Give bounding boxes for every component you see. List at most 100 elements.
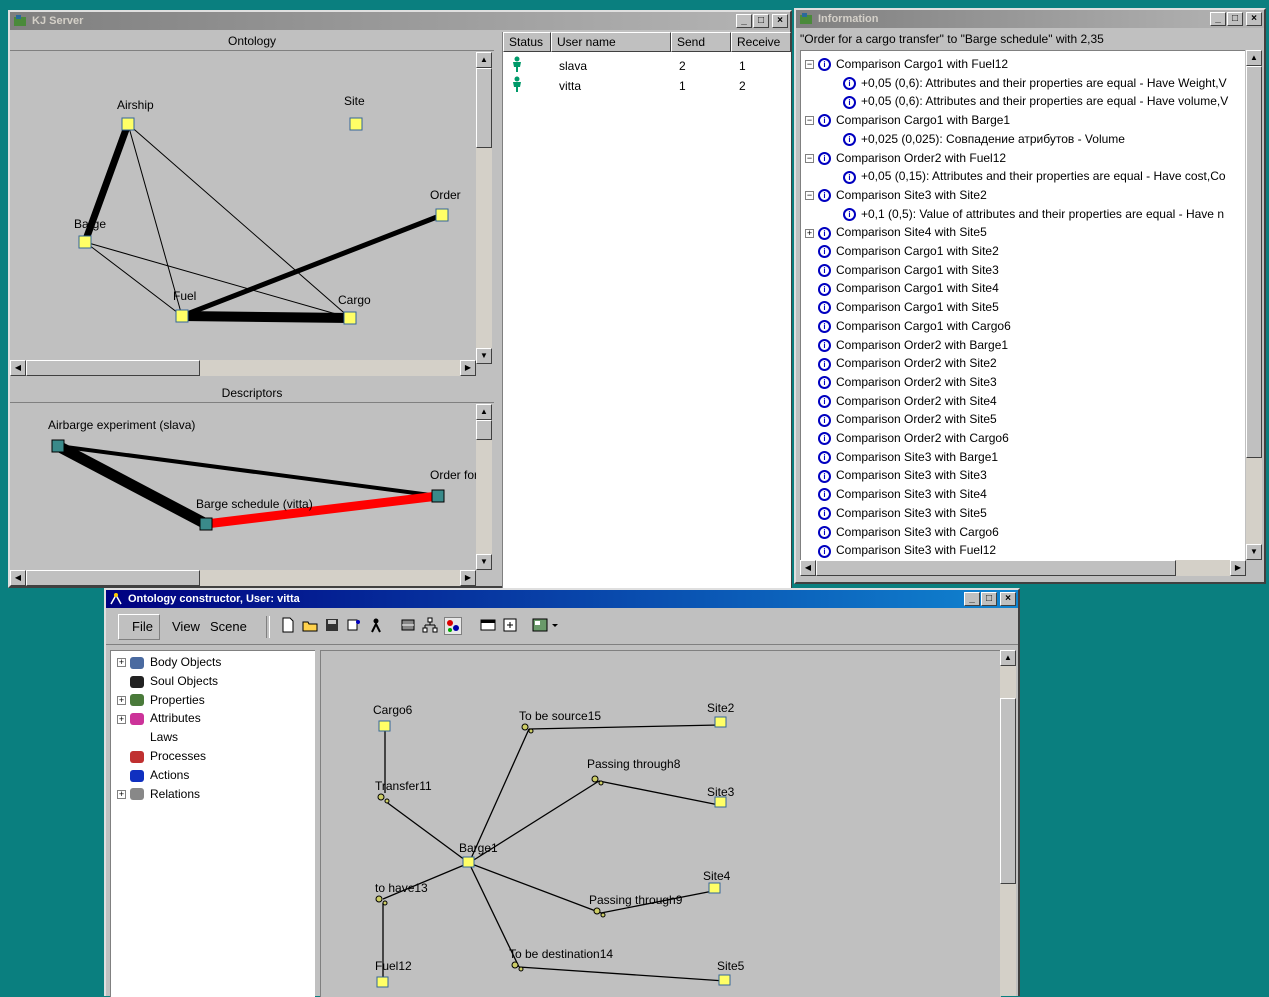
minimize-button[interactable]: _ [964, 592, 980, 606]
comparison-item[interactable]: i Comparison Site3 with Site4 [805, 485, 987, 504]
graph-node-site3[interactable]: Site3 [707, 785, 734, 799]
comparison-item[interactable]: i Comparison Cargo1 with Site3 [805, 261, 999, 280]
ontology-node-barge[interactable]: Barge [74, 217, 106, 231]
information-titlebar[interactable]: Information _ □ × [796, 10, 1264, 28]
graph-node-barge1[interactable]: Barge1 [459, 841, 498, 855]
scroll-up-button[interactable]: ▲ [476, 52, 492, 68]
comparison-item[interactable]: i Comparison Site3 with Cargo6 [805, 523, 999, 542]
expand-toggle[interactable]: − [805, 116, 814, 126]
scroll-thumb[interactable] [1246, 66, 1262, 458]
comparison-item[interactable]: i Comparison Cargo1 with Site2 [805, 242, 999, 261]
tree-item[interactable]: Processes [117, 749, 206, 763]
column-send[interactable]: Send [671, 32, 731, 52]
ontology-hscroll[interactable]: ◀ ▶ [10, 360, 476, 376]
expand-toggle[interactable]: − [805, 153, 814, 163]
menu-file[interactable]: File [132, 619, 153, 634]
layout-tool-icon[interactable] [532, 617, 548, 633]
descriptors-canvas[interactable]: Airbarge experiment (slava) Order for Ba… [10, 404, 476, 570]
close-button[interactable]: × [1000, 592, 1016, 606]
ontology-node-cargo[interactable]: Cargo [338, 293, 371, 307]
tree-item[interactable]: Actions [117, 768, 189, 782]
scroll-up-button[interactable]: ▲ [1000, 650, 1016, 666]
object-tree[interactable]: + Body Objects Soul Objects + Properties + Att… [110, 650, 315, 997]
constructor-titlebar[interactable]: Ontology constructor, User: vitta _ □ × [106, 590, 1018, 608]
save-icon[interactable] [324, 617, 340, 633]
close-button[interactable]: × [1246, 12, 1262, 26]
comparison-item[interactable]: i Comparison Site3 with Fuel12 [805, 541, 996, 560]
constructor-vscroll[interactable]: ▲ [1000, 650, 1016, 996]
scroll-right-button[interactable]: ▶ [1230, 560, 1246, 576]
comparison-item[interactable]: i Comparison Order2 with Barge1 [805, 336, 1008, 355]
column-user-name[interactable]: User name [551, 32, 671, 52]
tree-item[interactable]: + Relations [117, 787, 200, 801]
scroll-thumb[interactable] [26, 570, 200, 586]
scroll-thumb[interactable] [476, 420, 492, 440]
comparison-item[interactable]: i Comparison Order2 with Site4 [805, 392, 997, 411]
graph-node-to-be-source15[interactable]: To be source15 [519, 709, 601, 723]
expand-toggle[interactable]: + [117, 658, 126, 668]
expand-toggle[interactable]: + [117, 789, 126, 799]
scroll-left-button[interactable]: ◀ [800, 560, 816, 576]
information-hscroll[interactable]: ◀ ▶ [800, 560, 1246, 576]
graph-node-passing-through8[interactable]: Passing through8 [587, 757, 680, 771]
comparison-item[interactable]: i Comparison Order2 with Site2 [805, 354, 997, 373]
menu-view[interactable]: View [172, 619, 200, 634]
information-vscroll[interactable]: ▲ ▼ [1246, 50, 1262, 560]
tree-item[interactable]: Laws [117, 730, 178, 744]
ontology-node-order[interactable]: Order [430, 188, 461, 202]
comparison-detail[interactable]: i +0,1 (0,5): Value of attributes and the… [843, 205, 1224, 224]
scroll-down-button[interactable]: ▼ [476, 348, 492, 364]
comparison-detail[interactable]: i +0,025 (0,025): Совпадение атрибутов - … [843, 130, 1125, 149]
column-status[interactable]: Status [503, 32, 551, 52]
comparison-item[interactable]: i Comparison Order2 with Site3 [805, 373, 997, 392]
scroll-down-button[interactable]: ▼ [476, 554, 492, 570]
comparison-detail[interactable]: i +0,05 (0,15): Attributes and their prop… [843, 167, 1226, 186]
minimize-button[interactable]: _ [736, 14, 752, 28]
tree-item[interactable]: + Properties [117, 693, 205, 707]
comparison-item[interactable]: − i Comparison Cargo1 with Barge1 [805, 111, 1010, 130]
comparison-item[interactable]: + i Comparison Site4 with Site5 [805, 223, 987, 242]
comparison-item[interactable]: i Comparison Cargo1 with Site5 [805, 298, 999, 317]
kj-server-titlebar[interactable]: KJ Server _ □ × [10, 12, 790, 30]
scroll-thumb[interactable] [26, 360, 200, 376]
scroll-thumb[interactable] [476, 68, 492, 148]
ontology-node-airship[interactable]: Airship [117, 98, 154, 112]
chevron-down-icon[interactable] [550, 617, 560, 633]
comparison-item[interactable]: i Comparison Cargo1 with Site4 [805, 279, 999, 298]
descriptor-node-barge[interactable]: Barge schedule (vitta) [196, 497, 313, 511]
expand-toggle[interactable]: + [117, 714, 126, 724]
new-file-icon[interactable] [280, 617, 296, 633]
expand-toggle[interactable]: − [805, 60, 814, 70]
users-list[interactable]: Status User name Send Receive slava 2 1 … [502, 32, 791, 588]
comparison-item[interactable]: i Comparison Order2 with Cargo6 [805, 429, 1009, 448]
expand-toggle[interactable]: + [805, 228, 814, 238]
comparison-item[interactable]: − i Comparison Site3 with Site2 [805, 186, 987, 205]
scroll-up-button[interactable]: ▲ [1246, 50, 1262, 66]
graph-node-to-have13[interactable]: to have13 [375, 881, 428, 895]
table-row[interactable]: slava 2 1 [503, 56, 791, 76]
export-tool-icon[interactable] [502, 617, 518, 633]
grid-tool-icon[interactable] [400, 617, 416, 633]
close-button[interactable]: × [772, 14, 788, 28]
properties-tool-icon[interactable] [346, 617, 362, 633]
constructor-canvas[interactable]: Cargo6 Transfer11 To be source15 Site2 P… [320, 650, 1001, 997]
comparison-detail[interactable]: i +0,05 (0,6): Attributes and their prope… [843, 92, 1228, 111]
minimize-button[interactable]: _ [1210, 12, 1226, 26]
descriptors-vscroll[interactable]: ▲ ▼ [476, 404, 492, 570]
open-folder-icon[interactable] [302, 617, 318, 633]
graph-node-fuel12[interactable]: Fuel12 [375, 959, 412, 973]
ontology-canvas[interactable]: Airship Site Order Barge Fuel Cargo [10, 52, 476, 364]
scroll-thumb[interactable] [816, 560, 1176, 576]
comparison-item[interactable]: i Comparison Order2 with Site5 [805, 410, 997, 429]
comparison-item[interactable]: − i Comparison Cargo1 with Fuel12 [805, 55, 1008, 74]
ontology-node-fuel[interactable]: Fuel [173, 289, 196, 303]
column-receive[interactable]: Receive [731, 32, 791, 52]
expand-toggle[interactable]: − [805, 191, 814, 201]
descriptor-node-airbarge[interactable]: Airbarge experiment (slava) [48, 418, 195, 432]
maximize-button[interactable]: □ [753, 14, 769, 28]
person-tool-icon[interactable] [368, 617, 384, 633]
tree-layout-icon[interactable] [422, 617, 438, 633]
comparison-detail[interactable]: i +0,05 (0,6): Attributes and their prope… [843, 74, 1227, 93]
scroll-right-button[interactable]: ▶ [460, 570, 476, 586]
graph-node-site4[interactable]: Site4 [703, 869, 730, 883]
